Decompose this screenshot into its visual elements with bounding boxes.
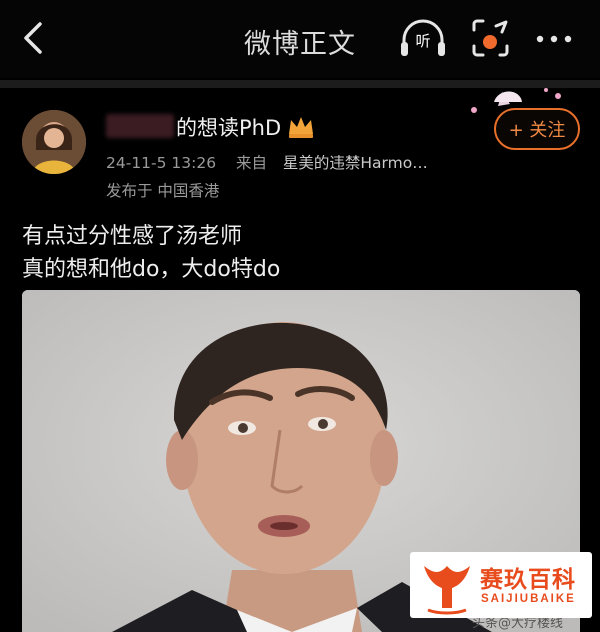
chevron-left-icon bbox=[24, 22, 42, 54]
post-meta: 24-11-5 13:26 来自 星美的违禁Harmo… bbox=[106, 151, 428, 173]
more-button[interactable] bbox=[530, 22, 578, 56]
back-button[interactable] bbox=[14, 18, 54, 58]
logo-subtitle: SAIJIUBAIKE bbox=[481, 593, 576, 605]
post-text-line-2: 真的想和他do，大do特do bbox=[22, 257, 281, 282]
share-button[interactable] bbox=[468, 16, 514, 62]
site-logo: 赛玖百科 SAIJIUBAIKE bbox=[410, 552, 592, 618]
source-prefix: 来自 bbox=[235, 154, 267, 172]
post-timestamp: 24-11-5 13:26 bbox=[106, 154, 217, 172]
top-nav-bar: 微博正文 听 bbox=[0, 0, 600, 78]
post-text: 有点过分性感了汤老师 真的想和他do，大do特do bbox=[22, 220, 280, 286]
avatar[interactable] bbox=[22, 110, 86, 174]
post-text-line-1: 有点过分性感了汤老师 bbox=[22, 224, 243, 249]
post-source[interactable]: 星美的违禁Harmo… bbox=[283, 154, 428, 172]
post-location: 发布于 中国香港 bbox=[106, 182, 220, 200]
share-scan-icon bbox=[472, 19, 509, 57]
follow-button[interactable]: + 关注 bbox=[494, 108, 580, 150]
logo-title: 赛玖百科 bbox=[480, 567, 576, 593]
username[interactable]: 的想读PhD bbox=[106, 112, 281, 142]
crown-badge-icon bbox=[289, 117, 313, 138]
listen-button[interactable]: 听 bbox=[398, 16, 448, 62]
more-dots-icon bbox=[536, 35, 572, 43]
listen-label: 听 bbox=[415, 32, 431, 50]
whale-tail-logo-icon bbox=[424, 566, 470, 615]
